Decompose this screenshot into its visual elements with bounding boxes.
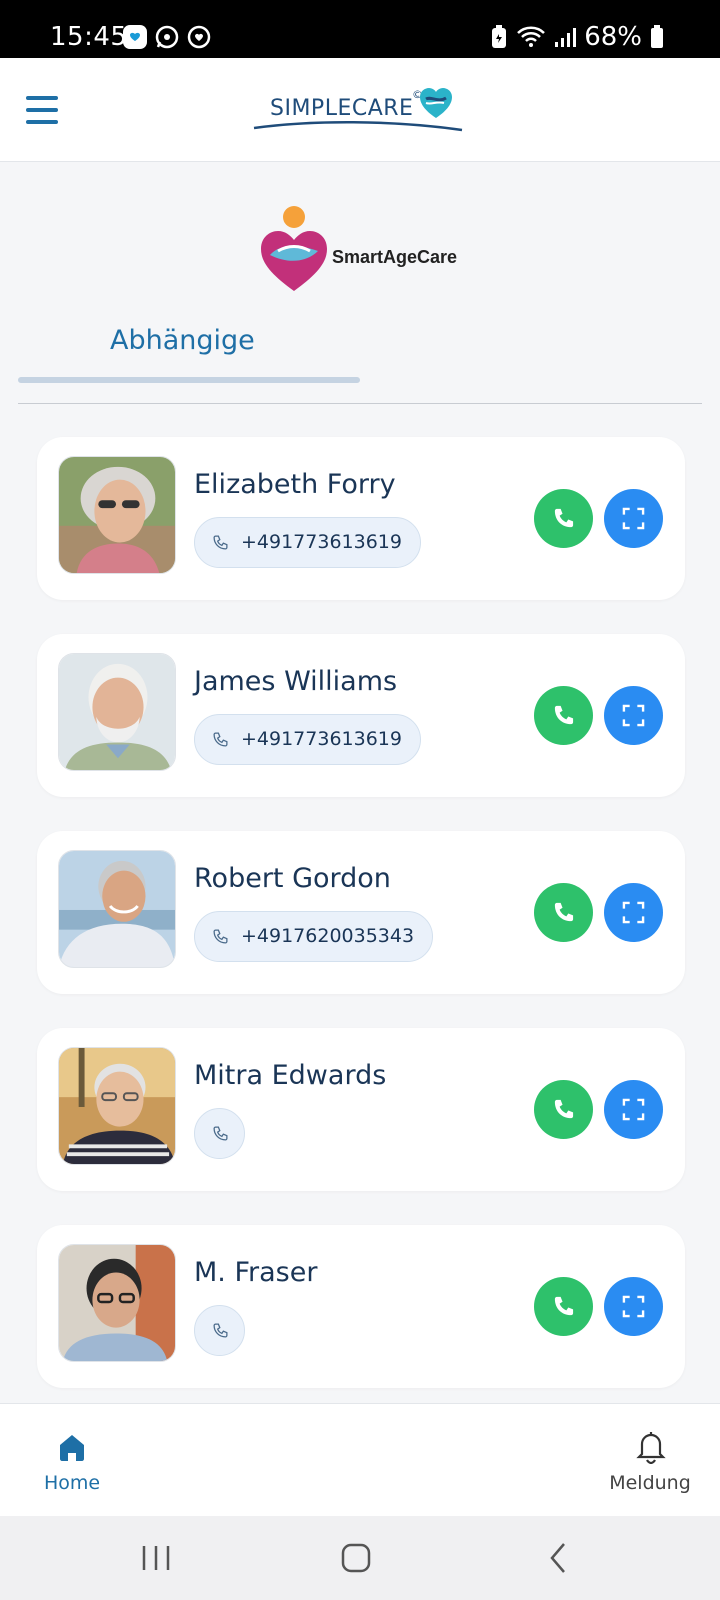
hamburger-menu-line xyxy=(26,108,58,112)
phone-number-pill[interactable] xyxy=(194,1108,245,1159)
phone-number: +4917620035343 xyxy=(241,925,415,947)
tab-active-indicator xyxy=(18,377,360,383)
phone-icon xyxy=(554,1099,574,1119)
battery-saver-icon xyxy=(492,25,507,48)
avatar xyxy=(58,456,176,574)
brand-swoosh xyxy=(253,120,463,132)
dependent-name: Robert Gordon xyxy=(194,863,391,894)
phone-number: +491773613619 xyxy=(241,531,402,553)
simplecare-notification-icon xyxy=(122,24,148,50)
phone-icon xyxy=(213,1323,228,1338)
tab-dependents[interactable]: Abhängige xyxy=(110,325,255,356)
avatar-photo xyxy=(59,457,175,573)
home-system-button[interactable] xyxy=(336,1540,376,1576)
bell-icon xyxy=(636,1432,666,1464)
dependent-name: Mitra Edwards xyxy=(194,1060,387,1091)
nav-notifications-label: Meldung xyxy=(609,1472,691,1494)
call-button[interactable] xyxy=(534,489,593,548)
home-square-icon xyxy=(341,1543,371,1573)
dependent-card[interactable]: Robert Gordon +4917620035343 xyxy=(37,831,685,994)
battery-icon xyxy=(651,25,663,48)
system-navigation-bar xyxy=(0,1516,720,1600)
dependent-card[interactable]: Elizabeth Forry +491773613619 xyxy=(37,437,685,600)
partner-name: SmartAgeCare xyxy=(332,247,458,267)
call-button[interactable] xyxy=(534,686,593,745)
avatar xyxy=(58,653,176,771)
tab-divider xyxy=(18,403,702,404)
avatar xyxy=(58,850,176,968)
scan-frame-icon xyxy=(622,507,645,530)
hamburger-menu-icon xyxy=(26,96,58,100)
whatsapp-icon xyxy=(154,24,180,50)
scan-frame-icon xyxy=(622,704,645,727)
brand-logo: SIMPLECARE © xyxy=(252,86,472,134)
smartagecare-heart-icon xyxy=(261,206,327,291)
avatar-photo xyxy=(59,851,175,967)
dependent-card[interactable]: James Williams +491773613619 xyxy=(37,634,685,797)
nav-home-label: Home xyxy=(43,1472,101,1494)
phone-icon xyxy=(554,902,574,922)
avatar-photo xyxy=(59,654,175,770)
bottom-navigation: Home Meldung xyxy=(0,1403,720,1516)
brand-heart-icon xyxy=(420,88,452,118)
scan-button[interactable] xyxy=(604,1277,663,1336)
recent-apps-button[interactable] xyxy=(136,1540,176,1576)
hamburger-menu-line xyxy=(26,120,58,124)
call-button[interactable] xyxy=(534,883,593,942)
avatar xyxy=(58,1244,176,1362)
dependent-card[interactable]: M. Fraser xyxy=(37,1225,685,1388)
scan-button[interactable] xyxy=(604,686,663,745)
avatar xyxy=(58,1047,176,1165)
phone-icon xyxy=(554,508,574,528)
back-button[interactable] xyxy=(540,1540,580,1576)
back-chevron-icon xyxy=(550,1543,565,1573)
phone-number-pill[interactable] xyxy=(194,1305,245,1356)
scan-frame-icon xyxy=(622,901,645,924)
scan-frame-icon xyxy=(622,1098,645,1121)
status-bar: 15:45 68% xyxy=(0,0,720,58)
dependents-list: Elizabeth Forry +491773613619 James Will… xyxy=(37,437,685,1422)
phone-icon xyxy=(213,535,228,550)
recent-apps-icon xyxy=(142,1546,170,1570)
dependent-name: Elizabeth Forry xyxy=(194,469,396,500)
heart-app-icon xyxy=(186,24,212,50)
phone-icon xyxy=(213,732,228,747)
home-icon xyxy=(60,1435,84,1461)
status-indicators: 68% xyxy=(490,22,664,52)
dependent-name: James Williams xyxy=(194,666,398,697)
partner-logo: SmartAgeCare xyxy=(258,205,468,295)
scan-button[interactable] xyxy=(604,489,663,548)
call-button[interactable] xyxy=(534,1080,593,1139)
avatar-photo xyxy=(59,1245,175,1361)
signal-icon xyxy=(555,28,577,47)
scan-button[interactable] xyxy=(604,1080,663,1139)
phone-icon xyxy=(554,705,574,725)
status-time: 15:45 xyxy=(50,22,128,52)
wifi-icon xyxy=(517,26,546,47)
phone-icon xyxy=(554,1296,574,1316)
phone-number-pill[interactable]: +4917620035343 xyxy=(194,911,434,962)
phone-number: +491773613619 xyxy=(241,728,402,750)
phone-number-pill[interactable]: +491773613619 xyxy=(194,517,421,568)
phone-icon xyxy=(213,1126,228,1141)
status-app-icons xyxy=(122,24,212,50)
scan-button[interactable] xyxy=(604,883,663,942)
scan-frame-icon xyxy=(622,1295,645,1318)
phone-icon xyxy=(213,929,228,944)
menu-button[interactable] xyxy=(26,96,58,124)
dependent-card[interactable]: Mitra Edwards xyxy=(37,1028,685,1191)
nav-home[interactable]: Home xyxy=(38,1428,106,1498)
brand-name: SIMPLECARE xyxy=(270,96,414,121)
call-button[interactable] xyxy=(534,1277,593,1336)
nav-notifications[interactable]: Meldung xyxy=(600,1428,700,1498)
avatar-photo xyxy=(59,1048,175,1164)
dependent-name: M. Fraser xyxy=(194,1257,318,1288)
app-header: SIMPLECARE © xyxy=(0,58,720,162)
phone-number-pill[interactable]: +491773613619 xyxy=(194,714,421,765)
battery-percentage: 68% xyxy=(584,22,642,52)
